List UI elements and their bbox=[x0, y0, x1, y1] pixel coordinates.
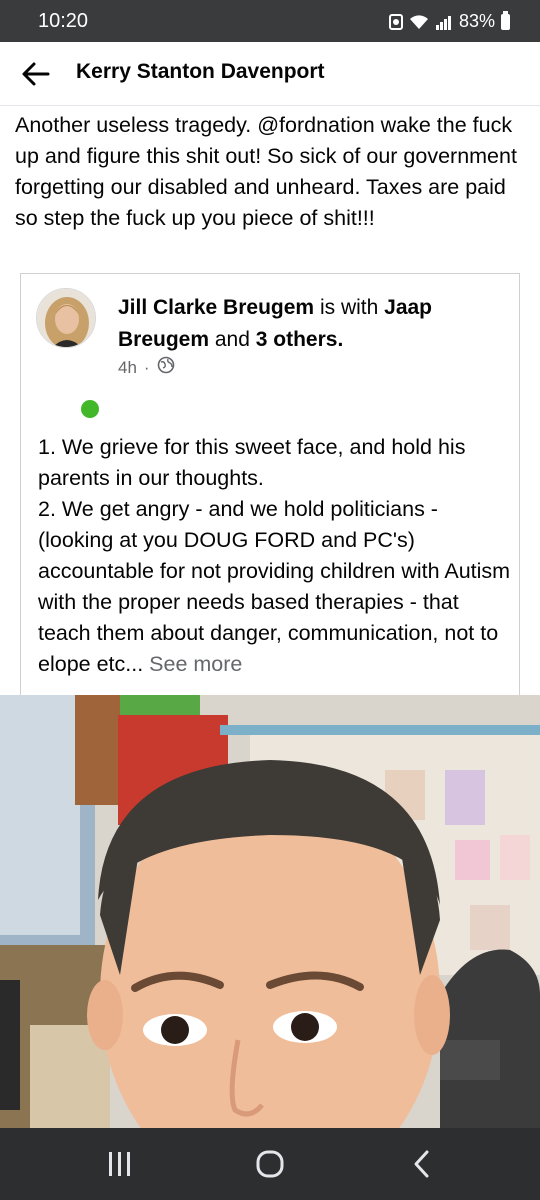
online-status-dot bbox=[81, 400, 99, 418]
wifi-icon bbox=[409, 14, 429, 30]
system-nav-bar bbox=[0, 1128, 540, 1200]
chevron-left-icon[interactable] bbox=[402, 1146, 442, 1182]
status-icons: 83% bbox=[388, 10, 510, 32]
post-meta: 4h · bbox=[118, 356, 175, 379]
shared-post-body: 1. We grieve for this sweet face, and ho… bbox=[38, 432, 513, 680]
post-text: Another useless tragedy. @fordnation wak… bbox=[15, 113, 517, 230]
see-more-link[interactable]: See more bbox=[149, 652, 242, 676]
post-time[interactable]: 4h bbox=[118, 358, 137, 378]
with-text: is with bbox=[319, 296, 379, 319]
meta-separator: · bbox=[143, 357, 150, 377]
app-header: Kerry Stanton Davenport bbox=[0, 42, 540, 106]
battery-icon bbox=[501, 10, 510, 30]
arrow-left-icon[interactable] bbox=[18, 56, 54, 92]
battery-percent: 83% bbox=[458, 11, 495, 31]
paragraph-2-text: 2. We get angry - and we hold politician… bbox=[38, 497, 511, 676]
shared-post-card[interactable]: Jill Clarke Breugem is with Jaap Breugem… bbox=[20, 273, 520, 703]
status-bar: 10:20 83% bbox=[0, 0, 540, 42]
recent-apps-icon[interactable] bbox=[100, 1146, 140, 1182]
author-name[interactable]: Jill Clarke Breugem bbox=[118, 296, 314, 319]
page-title: Kerry Stanton Davenport bbox=[76, 60, 325, 83]
signal-icon bbox=[435, 14, 453, 30]
home-icon[interactable] bbox=[250, 1146, 290, 1182]
shared-post-author: Jill Clarke Breugem is with Jaap Breugem… bbox=[118, 292, 508, 356]
tagged-others[interactable]: 3 others. bbox=[256, 328, 344, 351]
status-time: 10:20 bbox=[38, 10, 89, 32]
notification-icon bbox=[388, 13, 403, 30]
post-photo[interactable] bbox=[0, 695, 540, 1128]
and-text: and bbox=[214, 328, 250, 351]
paragraph-2: 2. We get angry - and we hold politician… bbox=[38, 494, 513, 680]
avatar[interactable] bbox=[36, 288, 96, 348]
globe-icon bbox=[157, 356, 175, 379]
paragraph-1: 1. We grieve for this sweet face, and ho… bbox=[38, 435, 466, 490]
